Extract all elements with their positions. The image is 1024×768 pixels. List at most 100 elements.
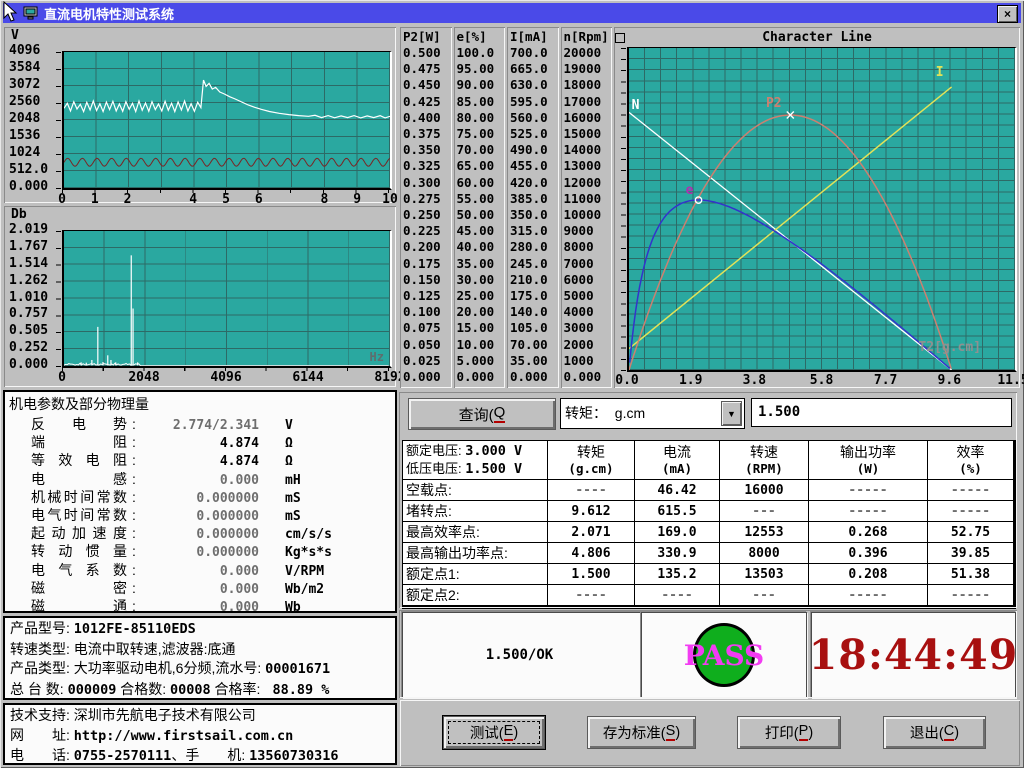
scale-value: 210.0: [510, 272, 559, 288]
parameter-row: 反电势:2.774/2.341V: [5, 414, 395, 432]
x-tick-label: 1: [91, 192, 99, 207]
x-tick-label: 2048: [128, 370, 159, 385]
parameter-label: 机械时间常数: [31, 487, 127, 507]
text-segment: 产品型号:: [10, 620, 74, 636]
scale-value: 700.0: [510, 45, 559, 61]
table-cell: 0.396: [809, 543, 927, 563]
curve-label-P2: P2: [766, 96, 782, 111]
table-row-label: 最高输出功率点:: [403, 543, 547, 563]
scale-value: 630.0: [510, 77, 559, 93]
parameter-value: 2.774/2.341: [141, 418, 259, 433]
scale-value: 0.275: [403, 191, 452, 207]
parameter-unit: V: [285, 418, 293, 433]
button-accelerator: P: [799, 724, 809, 741]
parameter-value: 4.874: [141, 454, 259, 469]
table-cell: ----: [548, 585, 634, 605]
scale-column-header: I[mA]: [510, 29, 559, 45]
action-button-S[interactable]: 存为标准(S): [587, 716, 696, 749]
chevron-down-icon[interactable]: ▼: [721, 401, 742, 426]
torque-unit-dropdown[interactable]: 转矩： g.cm ▼: [560, 398, 745, 429]
scope-y-tickmarks: [56, 52, 61, 189]
scale-value: 16000: [564, 110, 613, 126]
parameter-value: 0.000000: [141, 527, 259, 542]
parameter-label: 转动惯量: [31, 541, 127, 561]
column-name: 电流: [663, 444, 691, 461]
character-curves: [629, 48, 1015, 370]
table-cell: 51.38: [928, 564, 1013, 584]
mouse-cursor-icon: [3, 1, 19, 23]
text-segment: 88.89 %: [264, 682, 329, 698]
x-tick-label: 6144: [292, 370, 323, 385]
scale-value: 25.00: [457, 288, 506, 304]
table-corner-cell: 额定电压: 3.000 V低压电压: 1.500 V: [403, 441, 547, 479]
x-tick-label: 4: [189, 192, 197, 207]
parameter-unit: Ω: [285, 454, 293, 469]
spectrum-x-ticks: 02048409661448192: [62, 370, 390, 383]
table-row-label: 堵转点:: [403, 501, 547, 521]
button-label-suffix: ): [954, 725, 959, 741]
bottom-button-row: 测试(E) 存为标准(S) 打印(P) 退出(C): [400, 700, 1020, 766]
scale-value: 14000: [564, 142, 613, 158]
table-cell: 52.75: [928, 522, 1013, 542]
scale-value: 5000: [564, 288, 613, 304]
y-tick-label: 1.010: [9, 291, 59, 305]
scale-value: 7000: [564, 256, 613, 272]
parameter-label: 电气系数: [31, 560, 127, 580]
scale-value: 665.0: [510, 61, 559, 77]
x-tick-label: 6: [255, 192, 263, 207]
column-unit: (RPM): [745, 461, 783, 476]
button-accelerator: S: [666, 724, 676, 741]
parameter-value: 0.000000: [141, 545, 259, 560]
title-bar: 直流电机特性测试系统 ×: [3, 3, 1021, 23]
scale-columns: P2[W]0.5000.4750.4500.4250.4000.3750.350…: [400, 27, 612, 388]
table-cell: 12553: [720, 522, 808, 542]
parameter-value: 0.000000: [141, 491, 259, 506]
parameter-colon: :: [127, 452, 141, 468]
action-button-P[interactable]: 打印(P): [737, 716, 841, 749]
text-segment: 总 台 数:: [10, 681, 68, 697]
parameter-value: 0.000: [141, 600, 259, 615]
scale-value: 10000: [564, 207, 613, 223]
x-tick-label: 9.6: [938, 373, 961, 388]
column-unit: (mA): [662, 461, 692, 476]
parameter-label: 起动加速度: [31, 523, 127, 543]
scale-value: 50.00: [457, 207, 506, 223]
scale-value: 75.00: [457, 126, 506, 142]
table-row-label: 最高效率点:: [403, 522, 547, 542]
scale-value: 17000: [564, 94, 613, 110]
scale-column-header: n[Rpm]: [564, 29, 613, 45]
torque-value-input[interactable]: 1.500: [751, 398, 1012, 427]
scale-column: I[mA]700.0665.0630.0595.0560.0525.0490.0…: [507, 27, 559, 388]
button-label: 退出(: [910, 722, 944, 743]
scale-value: 60.00: [457, 175, 506, 191]
close-button[interactable]: ×: [997, 5, 1018, 23]
scale-value: 90.00: [457, 77, 506, 93]
scale-value: 0.500: [403, 45, 452, 61]
curve-label-N: N: [632, 98, 640, 113]
y-tick-label: 1.262: [9, 274, 59, 288]
scale-column: n[Rpm]2000019000180001700016000150001400…: [561, 27, 613, 388]
x-tick-label: 3.8: [743, 373, 766, 388]
query-button[interactable]: 查询(Q: [408, 398, 556, 430]
action-button-C[interactable]: 退出(C): [883, 716, 986, 749]
scale-value: 0.425: [403, 94, 452, 110]
results-table: 额定电压: 3.000 V低压电压: 1.500 V转矩(g.cm)电流(mA)…: [402, 440, 1016, 609]
column-name: 转速: [750, 444, 778, 461]
x-tick-label: 0: [58, 370, 66, 385]
scale-value: 6000: [564, 272, 613, 288]
parameter-colon: :: [127, 434, 141, 450]
y-tick-label: 3072: [9, 78, 59, 92]
scale-column-header: P2[W]: [403, 29, 452, 45]
spectrum-y-ticks: 2.0191.7671.5141.2621.0100.7570.5050.252…: [9, 223, 59, 372]
scale-value: 175.0: [510, 288, 559, 304]
text-segment: 网 址:: [10, 727, 74, 743]
parameter-row: 磁密:0.000Wb/m2: [5, 578, 395, 596]
curve-label-T2[g.cm]: T2[g.cm]: [918, 340, 981, 355]
scale-value: 30.00: [457, 272, 506, 288]
x-tick-label: 8: [320, 192, 328, 207]
x-tick-label: 5: [222, 192, 230, 207]
scope-plot: [62, 51, 392, 190]
action-button-E[interactable]: 测试(E): [443, 716, 545, 749]
scope-x-ticks: 0124568910: [62, 192, 390, 205]
parameter-row: 起动加速度:0.000000cm/s/s: [5, 523, 395, 541]
